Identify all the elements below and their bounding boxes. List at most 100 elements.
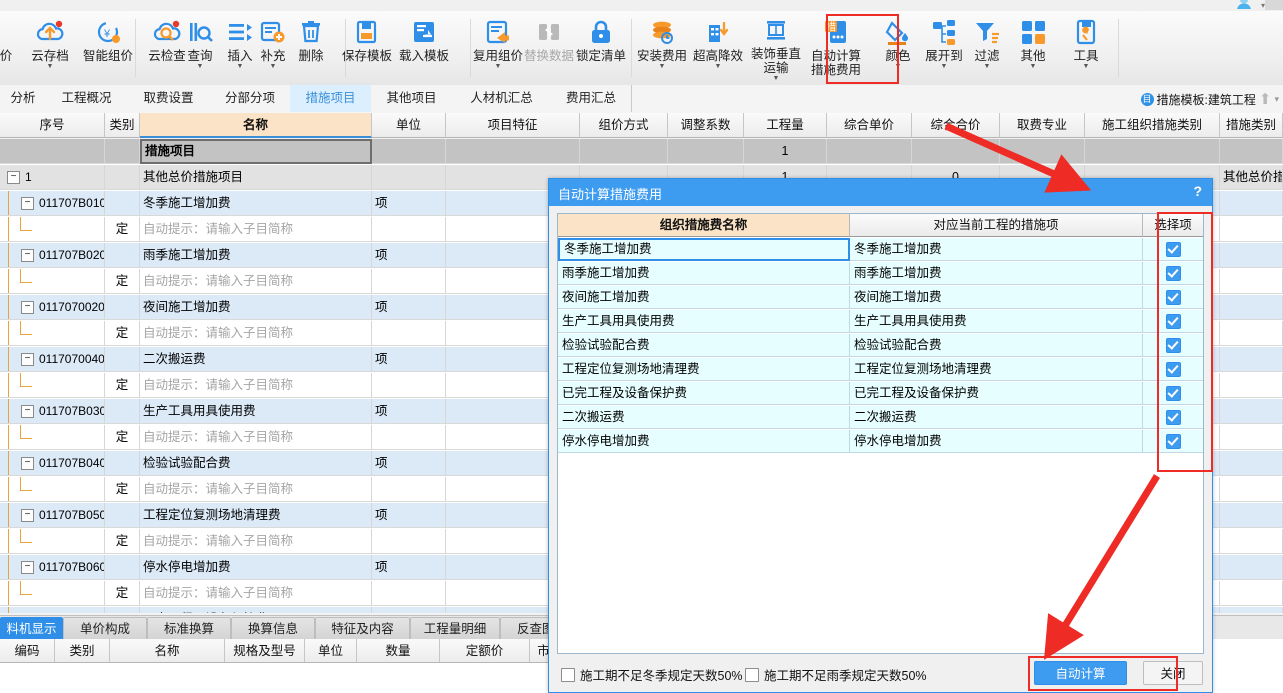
bottom-tab-1[interactable]: 单价构成 <box>63 617 147 639</box>
tab-1[interactable]: 工程概况 <box>46 85 128 112</box>
grid-column-header-4[interactable]: 项目特征 <box>446 113 580 138</box>
grid-column-header-3[interactable]: 单位 <box>372 113 446 138</box>
grid-column-header-7[interactable]: 工程量 <box>744 113 827 138</box>
table-row[interactable]: 措施项目 1 <box>0 139 1283 165</box>
dialog-row-checkbox[interactable] <box>1143 238 1203 261</box>
ribbon-item-vertical-transport-icon[interactable]: 装饰垂直运输 ▼ <box>749 15 803 83</box>
dialog-cell-org[interactable]: 检验试验配合费 <box>558 334 850 357</box>
ribbon-item-insert-icon[interactable]: 插入 ▼ <box>222 15 258 83</box>
bottom-tab-3[interactable]: 换算信息 <box>231 617 315 639</box>
bottom-column-header-1[interactable]: 类别 <box>55 639 110 663</box>
ribbon-item-reuse-pricing-icon[interactable]: 复用组价 ▼ <box>470 15 526 83</box>
ribbon-item-lock-list-icon[interactable]: 锁定清单 <box>573 15 629 83</box>
chevron-down-icon[interactable]: ▼ <box>773 75 780 83</box>
expander-icon[interactable]: − <box>21 561 34 575</box>
bottom-tab-5[interactable]: 工程量明细 <box>410 617 500 639</box>
dialog-cell-match[interactable]: 工程定位复测场地清理费 <box>850 358 1143 381</box>
ribbon-item-supplement-icon[interactable]: 补充 ▼ <box>255 15 291 83</box>
expander-icon[interactable]: − <box>21 249 34 263</box>
tab-7[interactable]: 费用汇总 <box>551 85 632 112</box>
chevron-down-icon[interactable]: ▾ <box>1274 94 1279 105</box>
bottom-tab-0[interactable]: 料机显示 <box>0 617 63 639</box>
dialog-row[interactable]: 冬季施工增加费 冬季施工增加费 <box>558 238 1203 262</box>
dialog-cell-match[interactable]: 冬季施工增加费 <box>850 238 1143 261</box>
grid-column-header-5[interactable]: 组价方式 <box>580 113 668 138</box>
chevron-down-icon[interactable]: ▼ <box>237 63 244 71</box>
grid-column-header-12[interactable]: 措施类别 <box>1220 113 1283 138</box>
grid-column-header-11[interactable]: 施工组织措施类别 <box>1085 113 1220 138</box>
ribbon-item-install-fee-icon[interactable]: 安装费用 ▼ <box>634 15 690 83</box>
tab-5[interactable]: 其他项目 <box>371 85 453 112</box>
dialog-row-checkbox[interactable] <box>1143 406 1203 429</box>
window-controls[interactable] <box>1265 0 1283 10</box>
dialog-row-checkbox[interactable] <box>1143 382 1203 405</box>
winter-days-checkbox[interactable]: 施工期不足冬季规定天数50% <box>561 665 743 684</box>
tab-4[interactable]: 措施项目 <box>290 85 372 112</box>
dialog-cell-match[interactable]: 停水停电增加费 <box>850 430 1143 453</box>
ribbon-item-query-icon[interactable]: 查询 ▼ <box>182 15 218 83</box>
rain-days-checkbox[interactable]: 施工期不足雨季规定天数50% <box>745 665 927 684</box>
dialog-row-checkbox[interactable] <box>1143 262 1203 285</box>
tab-3[interactable]: 分部分项 <box>210 85 291 112</box>
dialog-cell-org[interactable]: 生产工具用具使用费 <box>558 310 850 333</box>
chevron-down-icon[interactable]: ▼ <box>984 63 991 71</box>
ribbon-item-other-grid-icon[interactable]: 其他 ▼ <box>1013 15 1053 83</box>
close-button[interactable]: 关闭 <box>1143 661 1203 685</box>
grid-column-header-6[interactable]: 调整系数 <box>668 113 744 138</box>
dialog-cell-match[interactable]: 雨季施工增加费 <box>850 262 1143 285</box>
dialog-row-checkbox[interactable] <box>1143 310 1203 333</box>
dialog-row-checkbox[interactable] <box>1143 358 1203 381</box>
dialog-cell-org[interactable]: 夜间施工增加费 <box>558 286 850 309</box>
dialog-row[interactable]: 生产工具用具使用费 生产工具用具使用费 <box>558 310 1203 334</box>
help-icon[interactable]: ? <box>1193 183 1202 199</box>
dialog-row-checkbox[interactable] <box>1143 286 1203 309</box>
dialog-cell-org[interactable]: 雨季施工增加费 <box>558 262 850 285</box>
ribbon-item-smart-pricing-icon[interactable]: ¥ 智能组价 <box>80 15 136 83</box>
dialog-cell-org[interactable]: 工程定位复测场地清理费 <box>558 358 850 381</box>
dialog-cell-match[interactable]: 夜间施工增加费 <box>850 286 1143 309</box>
dialog-cell-match[interactable]: 生产工具用具使用费 <box>850 310 1143 333</box>
chevron-down-icon[interactable]: ▼ <box>895 63 902 71</box>
ribbon-item-cloud-archive-icon[interactable]: 云存档 ▼ <box>26 15 74 83</box>
grid-column-header-0[interactable]: 序号 <box>0 113 105 138</box>
arrow-up-icon[interactable]: ⬆ <box>1259 92 1272 107</box>
grid-column-header-8[interactable]: 综合单价 <box>827 113 912 138</box>
bottom-column-header-3[interactable]: 规格及型号 <box>225 639 305 663</box>
dialog-cell-org[interactable]: 冬季施工增加费 <box>558 238 850 261</box>
grid-column-header-2[interactable]: 名称 <box>140 113 372 138</box>
expander-icon[interactable]: − <box>7 171 20 185</box>
ribbon-item-auto-calc-measure-icon[interactable]: 措自动计算措施费用 <box>806 15 866 83</box>
dialog-row[interactable]: 停水停电增加费 停水停电增加费 <box>558 430 1203 454</box>
dialog-row[interactable]: 二次搬运费 二次搬运费 <box>558 406 1203 430</box>
expander-icon[interactable]: − <box>21 457 34 471</box>
chevron-down-icon[interactable]: ▼ <box>495 63 502 71</box>
ribbon-item-delete-trash-icon[interactable]: 删除 <box>291 15 331 83</box>
bottom-column-header-5[interactable]: 数量 <box>357 639 440 663</box>
dialog-row[interactable]: 检验试验配合费 检验试验配合费 <box>558 334 1203 358</box>
auto-calculate-button[interactable]: 自动计算 <box>1034 661 1127 685</box>
bottom-column-header-6[interactable]: 定额价 <box>440 639 530 663</box>
grid-column-header-9[interactable]: 综合合价 <box>912 113 1000 138</box>
dialog-cell-match[interactable]: 二次搬运费 <box>850 406 1143 429</box>
expander-icon[interactable]: − <box>21 197 34 211</box>
expander-icon[interactable]: − <box>21 509 34 523</box>
dialog-cell-match[interactable]: 检验试验配合费 <box>850 334 1143 357</box>
tab-0[interactable]: 分析 <box>0 85 47 112</box>
ribbon-item-color-fill-icon[interactable]: 颜色 ▼ <box>878 15 918 83</box>
chevron-down-icon[interactable]: ▼ <box>47 63 54 71</box>
ribbon-item-load-template-icon[interactable]: 载入模板 <box>393 15 455 83</box>
expander-icon[interactable]: − <box>21 405 34 419</box>
dialog-cell-org[interactable]: 二次搬运费 <box>558 406 850 429</box>
grid-column-header-1[interactable]: 类别 <box>105 113 140 138</box>
chevron-down-icon[interactable]: ▼ <box>659 63 666 71</box>
ribbon-item-tools-icon[interactable]: 工具 ▼ <box>1066 15 1106 83</box>
dialog-row[interactable]: 夜间施工增加费 夜间施工增加费 <box>558 286 1203 310</box>
dialog-cell-org[interactable]: 已完工程及设备保护费 <box>558 382 850 405</box>
chevron-down-icon[interactable]: ▼ <box>1030 63 1037 71</box>
bottom-column-header-2[interactable]: 名称 <box>110 639 225 663</box>
chevron-down-icon[interactable]: ▼ <box>715 63 722 71</box>
grid-column-header-10[interactable]: 取费专业 <box>1000 113 1085 138</box>
expander-icon[interactable]: − <box>21 353 34 367</box>
dialog-row-checkbox[interactable] <box>1143 334 1203 357</box>
chevron-down-icon[interactable]: ▼ <box>197 63 204 71</box>
